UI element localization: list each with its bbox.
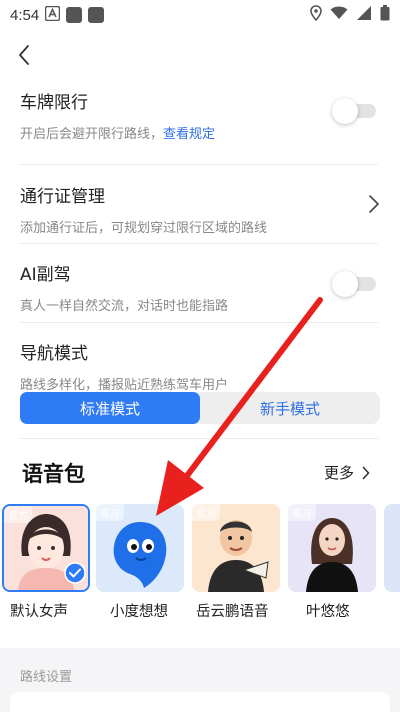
official-tag: 官方 <box>4 506 32 523</box>
voice-name: 叶悠悠 <box>306 604 350 620</box>
ai-copilot-title: AI副驾 <box>20 265 71 285</box>
chevron-right-icon <box>362 466 370 479</box>
plate-restriction-title: 车牌限行 <box>20 93 88 113</box>
novice-mode-button[interactable]: 新手模式 <box>200 392 380 424</box>
pass-management-row[interactable]: 通行证管理 添加通行证后，可规划穿过限行区域的路线 <box>20 182 380 236</box>
app-icon <box>88 7 105 23</box>
toggle-knob <box>332 271 358 297</box>
chevron-left-icon <box>19 45 29 65</box>
more-label: 更多 <box>323 464 354 482</box>
pass-management-desc: 添加通行证后，可规划穿过限行区域的路线 <box>20 221 268 236</box>
voice-name: 小度想想 <box>110 604 168 620</box>
nav-mode-row: 导航模式 路线多样化，播报贴近熟练驾车用户 <box>20 339 380 393</box>
chevron-right-icon <box>368 194 380 218</box>
plate-restriction-row: 车牌限行 开启后会避开限行路线，查看规定 <box>20 88 380 142</box>
divider <box>20 243 378 244</box>
voice-card-ye-youyou[interactable]: 官方 <box>288 504 376 592</box>
nav-mode-desc: 路线多样化，播报贴近熟练驾车用户 <box>20 378 229 393</box>
nav-mode-title: 导航模式 <box>20 344 88 364</box>
notification-a-icon <box>44 5 61 25</box>
view-rules-link[interactable]: 查看规定 <box>163 127 215 142</box>
voice-card-yue-yunpeng[interactable]: 官方 <box>192 504 280 592</box>
voice-pack-list: 官方 默认女声 官方 小度想想 官方 岳云鹏语音 官方 叶悠悠 <box>0 504 400 624</box>
status-time: 4:54 <box>10 6 40 24</box>
more-voice-packs-link[interactable]: 更多 <box>324 462 370 483</box>
voice-name: 默认女声 <box>10 604 68 620</box>
ai-copilot-row: AI副驾 真人一样自然交流，对话时也能指路 <box>20 260 380 314</box>
route-settings-title: 路线设置 <box>20 670 73 685</box>
plate-restriction-desc-text: 开启后会避开限行路线， <box>20 127 164 142</box>
ai-copilot-desc: 真人一样自然交流，对话时也能指路 <box>20 299 229 314</box>
divider <box>20 322 378 323</box>
status-bar: 4:54 <box>0 0 400 30</box>
signal-icon <box>356 5 372 25</box>
ai-copilot-toggle[interactable] <box>332 271 376 297</box>
check-badge-icon <box>64 562 86 588</box>
divider <box>20 438 378 439</box>
location-icon <box>310 5 322 25</box>
app-icon <box>66 7 83 23</box>
official-tag: 官方 <box>288 504 316 521</box>
plate-restriction-toggle[interactable] <box>332 98 376 124</box>
route-settings-card <box>10 692 390 712</box>
pass-management-title: 通行证管理 <box>20 187 105 207</box>
toggle-knob <box>332 98 358 124</box>
battery-icon <box>380 5 390 25</box>
official-tag: 官方 <box>192 504 220 521</box>
standard-mode-button[interactable]: 标准模式 <box>20 392 200 424</box>
nav-mode-segmented-control: 标准模式 新手模式 <box>20 392 380 424</box>
voice-name: 岳云鹏语音 <box>196 604 269 620</box>
wifi-icon <box>330 6 348 24</box>
voice-card-xiaodu[interactable]: 官方 <box>96 504 184 592</box>
plate-restriction-desc: 开启后会避开限行路线，查看规定 <box>20 123 380 142</box>
official-tag: 官方 <box>96 504 124 521</box>
divider <box>20 164 378 165</box>
voice-card-default-female[interactable]: 官方 <box>2 504 90 592</box>
back-button[interactable] <box>10 40 38 70</box>
voice-pack-title: 语音包 <box>22 462 85 486</box>
voice-card-partial[interactable] <box>384 504 400 592</box>
